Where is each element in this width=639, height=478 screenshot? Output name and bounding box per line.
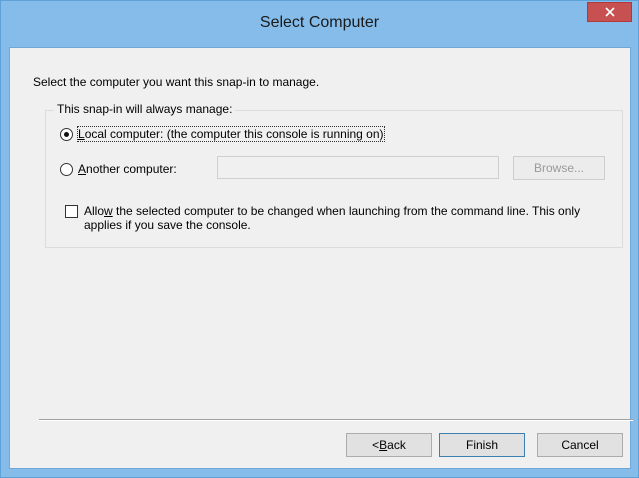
computer-name-input[interactable] [217,156,499,179]
intro-text: Select the computer you want this snap-i… [33,75,320,89]
local-computer-label[interactable]: Local computer: (the computer this conso… [77,126,385,142]
browse-button[interactable]: Browse... [513,156,605,180]
mnemonic-w: w [104,204,113,218]
local-computer-label-text: ocal computer: (the computer this consol… [84,127,384,141]
mnemonic-b: B [379,438,388,452]
allow-change-label[interactable]: Allow the selected computer to be change… [84,204,605,232]
mnemonic-l: L [78,127,85,141]
finish-button[interactable]: Finish [439,433,525,457]
local-computer-option[interactable]: Local computer: (the computer this conso… [60,126,385,142]
footer-separator [39,419,633,421]
another-computer-label-text: nother computer: [86,162,177,176]
title-bar: Select Computer [1,1,638,46]
close-icon [604,7,615,17]
dialog-body: Select the computer you want this snap-i… [9,47,633,469]
back-button[interactable]: < Back [346,433,432,457]
local-computer-radio[interactable] [60,127,73,141]
close-button[interactable] [587,2,632,22]
select-computer-dialog: Select Computer Select the computer you … [0,0,639,478]
dialog-title: Select Computer [259,14,380,31]
cancel-button[interactable]: Cancel [537,433,623,457]
back-label-post: ack [387,438,406,452]
allow-change-text-pre: Allo [84,204,105,218]
another-computer-option[interactable]: Another computer: [60,162,177,176]
allow-change-option[interactable]: Allow the selected computer to be change… [65,204,605,232]
back-label-pre: < [372,438,380,452]
another-computer-radio[interactable] [60,162,73,176]
mnemonic-a: A [78,162,87,176]
allow-change-checkbox[interactable] [65,205,78,218]
allow-change-text-post: the selected computer to be changed when… [84,204,581,232]
groupbox-legend: This snap-in will always manage: [54,102,236,116]
another-computer-label[interactable]: Another computer: [78,162,177,176]
